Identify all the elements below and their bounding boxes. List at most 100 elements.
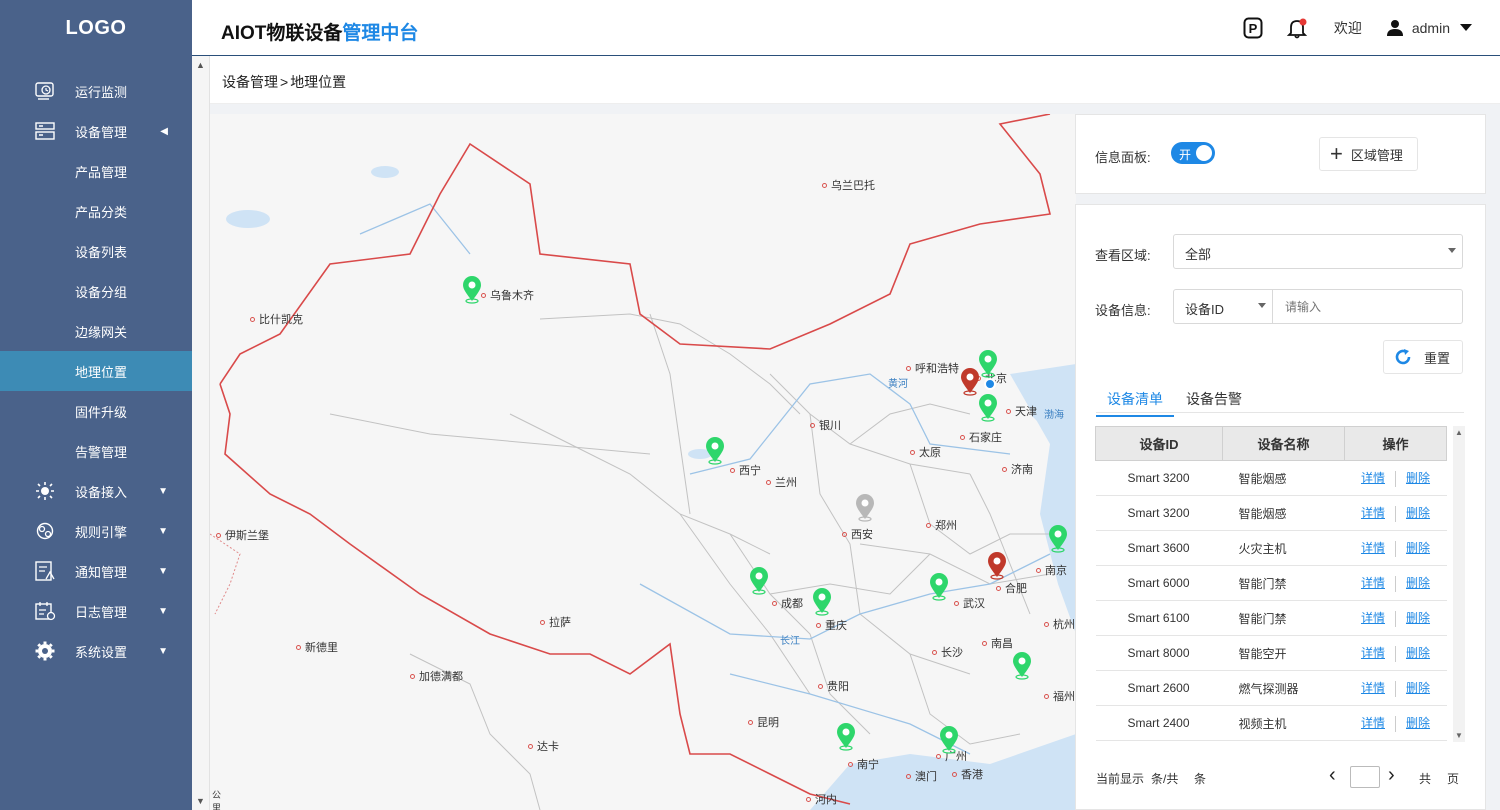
city-dot-icon: [766, 479, 771, 485]
sidebar-item-10[interactable]: 设备接入 ▼: [0, 471, 192, 511]
city-dot-icon: [960, 434, 965, 440]
device-search-input[interactable]: [1272, 289, 1463, 324]
city-dot-icon: [1006, 408, 1011, 414]
detail-link[interactable]: 详情: [1361, 716, 1385, 730]
sidebar-item-3[interactable]: 产品分类: [0, 191, 192, 231]
table-row: Smart 3200 智能烟感 详情 删除: [1095, 460, 1447, 496]
detail-link[interactable]: 详情: [1361, 506, 1385, 520]
actions-cell: 详情 删除: [1344, 460, 1447, 496]
delete-link[interactable]: 删除: [1406, 716, 1430, 730]
map-pin-icon[interactable]: [749, 567, 769, 595]
page-scrollbar[interactable]: ▲ ▼: [192, 56, 210, 810]
sidebar-item-2[interactable]: 产品管理: [0, 151, 192, 191]
map-pin-icon[interactable]: [855, 494, 875, 522]
parking-icon[interactable]: P: [1242, 17, 1264, 39]
sidebar-item-14[interactable]: 系统设置 ▼: [0, 631, 192, 671]
map-pin-icon[interactable]: [705, 437, 725, 465]
table-scrollbar[interactable]: ▲ ▼: [1453, 426, 1465, 742]
reset-button[interactable]: 重置: [1383, 340, 1463, 374]
sidebar-item-12[interactable]: 通知管理 ▼: [0, 551, 192, 591]
map-pin-icon[interactable]: [836, 723, 856, 751]
pagination: 当前显示 条/共 条 ‹ › 共 页: [1096, 764, 1466, 790]
map-pin-icon[interactable]: [960, 368, 980, 396]
city-name: 加德满都: [419, 671, 463, 683]
detail-link[interactable]: 详情: [1361, 541, 1385, 555]
device-table: 设备ID 设备名称 操作 Smart 3200 智能烟感 详情 删除 Smart 320…: [1095, 426, 1447, 741]
breadcrumb-parent[interactable]: 设备管理: [222, 74, 278, 90]
detail-link[interactable]: 详情: [1361, 471, 1385, 485]
footer-unit-label: 条: [1194, 772, 1207, 786]
map-pin-icon[interactable]: [1048, 525, 1068, 553]
map-pin-icon[interactable]: [1012, 652, 1032, 680]
device-id-cell: Smart 3200: [1095, 495, 1223, 531]
view-area-select[interactable]: 全部: [1173, 234, 1463, 269]
map-pin-icon[interactable]: [462, 276, 482, 304]
detail-link[interactable]: 详情: [1361, 646, 1385, 660]
toggle-knob: [1196, 145, 1212, 161]
delete-link[interactable]: 删除: [1406, 576, 1430, 590]
city-name: 重庆: [825, 620, 847, 632]
city-name: 武汉: [963, 598, 985, 610]
sidebar-item-9[interactable]: 告警管理: [0, 431, 192, 471]
map-pin-icon[interactable]: [987, 552, 1007, 580]
city-name: 比什凯克: [259, 314, 303, 326]
sidebar-item-7[interactable]: 地理位置: [0, 351, 192, 391]
delete-link[interactable]: 删除: [1406, 506, 1430, 520]
city-dot-icon: [816, 622, 821, 628]
city-name: 郑州: [935, 520, 957, 532]
sidebar-item-8[interactable]: 固件升级: [0, 391, 192, 431]
delete-link[interactable]: 删除: [1406, 646, 1430, 660]
detail-link[interactable]: 详情: [1361, 681, 1385, 695]
header-actions: P 欢迎 admin: [1220, 14, 1472, 42]
area-manage-button[interactable]: + 区域管理: [1319, 137, 1418, 171]
sidebar-item-label: 设备分组: [75, 284, 128, 300]
device-field-select[interactable]: 设备ID: [1173, 289, 1273, 324]
sidebar-item-13[interactable]: 日志管理 ▼: [0, 591, 192, 631]
sidebar-item-5[interactable]: 设备分组: [0, 271, 192, 311]
device-name-cell: 智能门禁: [1222, 565, 1345, 601]
map-pin-icon[interactable]: [978, 394, 998, 422]
tab-device-list[interactable]: 设备清单: [1096, 389, 1174, 417]
city-dot-icon: [1036, 567, 1041, 573]
map-pin-icon[interactable]: [929, 573, 949, 601]
detail-link[interactable]: 详情: [1361, 576, 1385, 590]
detail-link[interactable]: 详情: [1361, 611, 1385, 625]
sidebar-item-6[interactable]: 边缘网关: [0, 311, 192, 351]
gear-icon: [34, 641, 56, 661]
info-panel-toggle[interactable]: 开: [1171, 142, 1215, 164]
delete-link[interactable]: 删除: [1406, 611, 1430, 625]
bell-icon[interactable]: [1286, 17, 1308, 39]
sidebar-item-0[interactable]: 运行监测: [0, 71, 192, 111]
city-name: 西安: [851, 529, 873, 541]
actions-cell: 详情 删除: [1344, 635, 1447, 671]
page-number-input[interactable]: [1350, 766, 1380, 788]
sidebar-item-label: 设备接入: [75, 484, 128, 500]
map-pin-icon[interactable]: [812, 588, 832, 616]
prev-page-button[interactable]: ‹: [1329, 764, 1336, 787]
sidebar-item-4[interactable]: 设备列表: [0, 231, 192, 271]
sidebar-item-label: 系统设置: [75, 644, 128, 660]
delete-link[interactable]: 删除: [1406, 541, 1430, 555]
delete-link[interactable]: 删除: [1406, 681, 1430, 695]
map-city-label: 河内: [806, 791, 837, 807]
actions-cell: 详情 删除: [1344, 530, 1447, 566]
user-menu[interactable]: admin: [1386, 19, 1472, 37]
map-city-label: 南宁: [848, 756, 879, 772]
delete-link[interactable]: 删除: [1406, 471, 1430, 485]
actions-cell: 详情 删除: [1344, 705, 1447, 741]
tab-device-alarm[interactable]: 设备告警: [1186, 389, 1242, 415]
caret-down-icon: ▼: [158, 605, 168, 617]
sidebar-item-label: 设备管理: [75, 124, 128, 140]
sidebar-item-11[interactable]: 规则引擎 ▼: [0, 511, 192, 551]
map-pin-icon[interactable]: [978, 350, 998, 378]
city-dot-icon: [906, 365, 911, 371]
next-page-button[interactable]: ›: [1388, 764, 1395, 787]
sidebar-item-1[interactable]: 设备管理 ◀: [0, 111, 192, 151]
divider: [1395, 470, 1396, 487]
city-name: 拉萨: [549, 617, 571, 629]
map-city-label: 西安: [842, 526, 873, 542]
map-city-label: 重庆: [816, 617, 847, 633]
map[interactable]: 乌兰巴托 乌鲁木齐 比什凯克 呼和浩特 北京 天津 银川 石家庄 太原 西宁 兰州 济南 伊斯兰堡 西安郑…: [210, 114, 1076, 810]
city-name: 太原: [919, 447, 941, 459]
map-pin-icon[interactable]: [939, 726, 959, 754]
